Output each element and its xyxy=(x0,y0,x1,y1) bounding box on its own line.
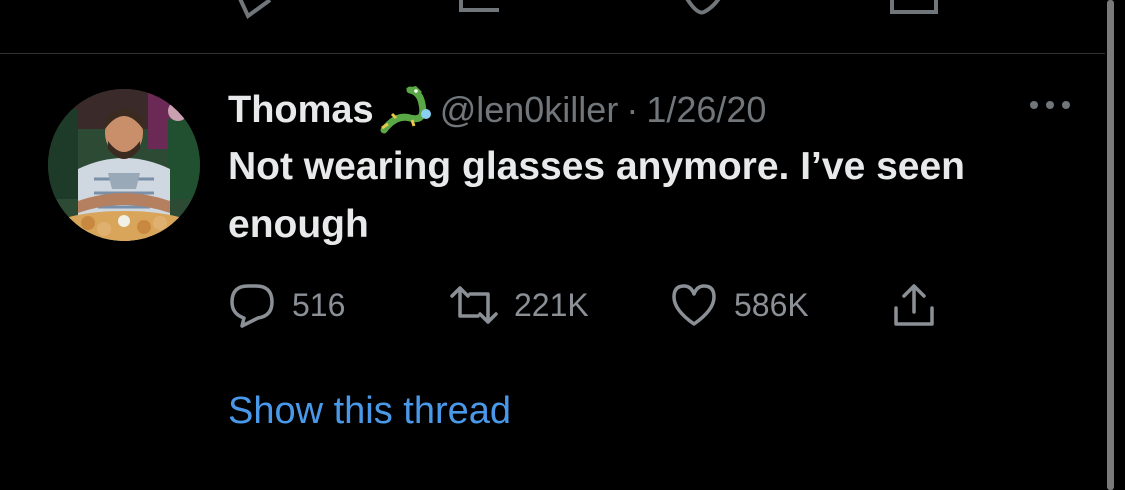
like-icon[interactable] xyxy=(676,0,736,20)
tweet-divider xyxy=(0,53,1105,54)
tweet-date[interactable]: 1/26/20 xyxy=(646,89,766,131)
avatar[interactable] xyxy=(48,89,200,241)
tweet-content[interactable]: Thomas @len0killer · 1/26/20 Not wearing… xyxy=(228,84,1088,254)
avatar-image xyxy=(48,89,200,241)
retweet-icon[interactable] xyxy=(455,0,515,20)
more-options-icon[interactable] xyxy=(1028,95,1072,115)
like-button[interactable]: 586K xyxy=(670,282,809,328)
share-icon xyxy=(894,284,934,326)
previous-tweet-actions xyxy=(0,0,1100,20)
tweet-text: Not wearing glasses anymore. I’ve seen e… xyxy=(228,145,965,246)
reply-count: 516 xyxy=(292,286,346,323)
show-thread-link[interactable]: Show this thread xyxy=(228,390,511,433)
separator: · xyxy=(626,89,639,130)
dragon-icon xyxy=(376,84,434,136)
heart-icon xyxy=(672,284,716,326)
reply-icon xyxy=(230,284,274,328)
retweet-count: 221K xyxy=(514,286,589,323)
reply-button[interactable]: 516 xyxy=(228,282,345,328)
tweet-header: Thomas @len0killer · 1/26/20 xyxy=(228,84,1088,136)
tweet-actions: 516 221K 586K xyxy=(228,282,988,328)
share-icon[interactable] xyxy=(888,0,948,20)
retweet-icon xyxy=(450,286,498,324)
share-button[interactable] xyxy=(890,282,938,328)
retweet-button[interactable]: 221K xyxy=(450,282,589,328)
user-handle[interactable]: @len0killer xyxy=(440,89,619,131)
scrollbar[interactable] xyxy=(1107,0,1114,490)
like-count: 586K xyxy=(734,286,809,323)
display-name[interactable]: Thomas xyxy=(228,89,374,132)
reply-icon[interactable] xyxy=(230,0,290,20)
